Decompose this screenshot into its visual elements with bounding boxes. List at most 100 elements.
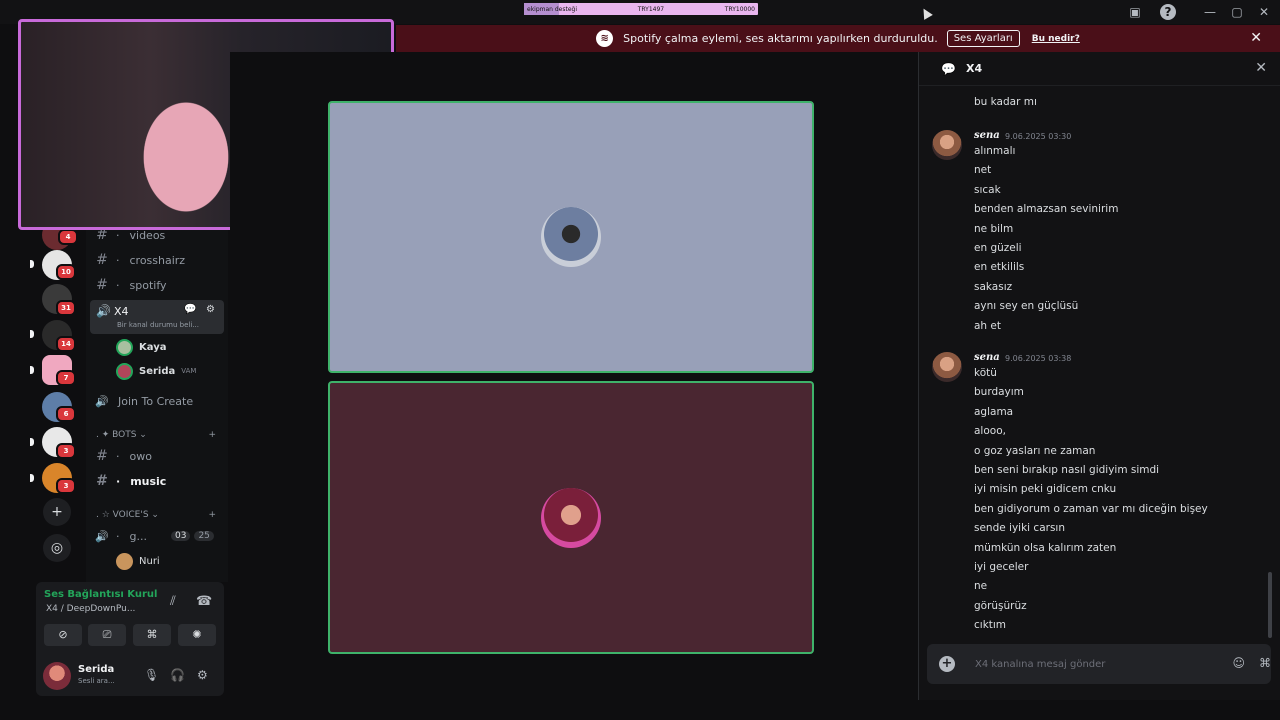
voice-connection-panel: Ses Bağlantısı Kurul X4 / DeepDownPu... … bbox=[36, 582, 224, 656]
connection-status[interactable]: Ses Bağlantısı Kurul bbox=[44, 589, 157, 600]
voice-channel-name: X4 bbox=[114, 305, 129, 318]
channel-dot: · bbox=[116, 278, 120, 292]
speaker-icon: 🔊 bbox=[95, 529, 109, 543]
screen-share-button[interactable]: ⎚ bbox=[88, 624, 126, 646]
category-voices[interactable]: . ☆ VOICE'S ⌄ + bbox=[96, 510, 216, 520]
message-line: iyi misin peki gidicem cnku bbox=[974, 483, 1117, 496]
participant-tile[interactable] bbox=[328, 101, 814, 373]
message-line: iyi geceler bbox=[974, 561, 1029, 573]
chat-close-icon[interactable]: ✕ bbox=[1255, 60, 1267, 76]
participant-tile[interactable] bbox=[328, 381, 814, 654]
category-label: . ✦ BOTS ⌄ bbox=[96, 430, 147, 440]
help-icon[interactable]: ? bbox=[1160, 4, 1176, 20]
mouse-cursor bbox=[919, 6, 933, 20]
channel-spotify[interactable]: # · spotify bbox=[92, 274, 224, 296]
unread-pill bbox=[30, 330, 34, 338]
speaker-icon: 🔊 bbox=[96, 304, 111, 318]
message-line: ben seni bırakıp nasıl gidiyim simdi bbox=[974, 464, 1160, 476]
voice-channel-x4[interactable]: 🔊 X4 💬 ⚙ Bir kanal durumu beli... bbox=[90, 300, 224, 334]
message-line: sende iyiki carsın bbox=[974, 522, 1065, 535]
mention-badge: 3 bbox=[56, 443, 76, 459]
connection-channel[interactable]: X4 / DeepDownPu... bbox=[46, 604, 135, 614]
add-channel-icon[interactable]: + bbox=[208, 430, 216, 440]
voice-channel-g[interactable]: 🔊 · g... 03 25 bbox=[92, 525, 224, 547]
chat-scrollbar[interactable] bbox=[1268, 572, 1272, 638]
message-input[interactable] bbox=[975, 654, 1195, 674]
add-server-icon[interactable]: + bbox=[43, 498, 71, 526]
message-line: benden almazsan sevinirim bbox=[974, 203, 1119, 216]
minimize-icon[interactable]: — bbox=[1202, 4, 1218, 20]
chat-bubble-icon: 💬 bbox=[941, 62, 956, 76]
user-count: 25 bbox=[194, 531, 214, 541]
join-to-create-channel[interactable]: 🔊 Join To Create bbox=[92, 390, 224, 412]
unread-pill bbox=[30, 438, 34, 446]
what-is-this-link[interactable]: Bu nedir? bbox=[1032, 34, 1080, 44]
noise-suppression-icon[interactable]: ⫽ bbox=[170, 594, 176, 609]
channel-name: music bbox=[130, 474, 167, 488]
message-line: ne bilm bbox=[974, 222, 1014, 235]
activities-button[interactable]: ⌘ bbox=[133, 624, 171, 646]
channel-dot: · bbox=[116, 228, 120, 242]
chat-header: 💬 X4 ✕ bbox=[919, 52, 1280, 86]
channel-dot: · bbox=[116, 449, 120, 463]
channel-music[interactable]: # · music bbox=[92, 470, 224, 492]
spotify-icon: ≋ bbox=[596, 30, 614, 47]
disconnect-icon[interactable]: ☎ bbox=[196, 594, 212, 609]
inbox-icon[interactable]: ▣ bbox=[1127, 4, 1143, 20]
mention-badge: 31 bbox=[56, 300, 76, 316]
avatar bbox=[932, 130, 962, 160]
message-line: sıcak bbox=[974, 183, 1001, 196]
message-line: burdayım bbox=[974, 386, 1024, 399]
window-close-icon[interactable]: ✕ bbox=[1256, 4, 1272, 20]
add-channel-icon[interactable]: + bbox=[208, 510, 216, 520]
mention-badge: 6 bbox=[56, 406, 76, 422]
avatar[interactable] bbox=[43, 662, 71, 690]
voice-user-serida[interactable]: Serida VAM bbox=[116, 360, 196, 382]
message-author: sena bbox=[974, 130, 1000, 141]
maximize-icon[interactable]: ▢ bbox=[1229, 4, 1245, 20]
unread-pill bbox=[30, 260, 34, 268]
headset-icon[interactable]: 🎧 bbox=[170, 668, 185, 682]
message-line: kötü bbox=[974, 367, 997, 379]
channel-list: # · videos # · crosshairz # · spotify 🔊 … bbox=[86, 220, 228, 582]
message-line: aynı sey en güçlüsü bbox=[974, 300, 1079, 313]
voice-channel-action-icons[interactable]: 💬 ⚙ bbox=[184, 304, 218, 315]
channel-crosshairz[interactable]: # · crosshairz bbox=[92, 249, 224, 271]
message-timestamp: 9.06.2025 03:30 bbox=[1005, 132, 1072, 141]
voice-channel-status: Bir kanal durumu beli... bbox=[117, 321, 199, 329]
message-line: görüşürüz bbox=[974, 599, 1027, 612]
notice-close-icon[interactable]: ✕ bbox=[1250, 30, 1262, 46]
game-icon[interactable]: ⌘ bbox=[1259, 656, 1271, 670]
hash-icon: # bbox=[96, 277, 108, 293]
discover-icon[interactable]: ◎ bbox=[43, 534, 71, 562]
category-bots[interactable]: . ✦ BOTS ⌄ + bbox=[96, 430, 216, 440]
channel-dot: · bbox=[116, 253, 120, 267]
channel-dot: · bbox=[116, 474, 121, 488]
user-name[interactable]: Serida bbox=[78, 664, 114, 675]
unread-pill bbox=[30, 474, 34, 482]
channel-name: g... bbox=[129, 529, 147, 543]
donation-label: ekipman desteği bbox=[527, 5, 578, 13]
voice-user-nuri[interactable]: Nuri bbox=[116, 550, 160, 572]
sound-settings-button[interactable]: Ses Ayarları bbox=[946, 30, 1020, 47]
soundboard-button[interactable]: ✺ bbox=[178, 624, 216, 646]
unread-pill bbox=[30, 366, 34, 374]
mention-badge: 14 bbox=[56, 336, 76, 352]
message-line: alooo, bbox=[974, 425, 1006, 438]
microphone-icon[interactable]: 🎙 bbox=[144, 668, 159, 682]
donation-goal-bar: ekipman desteği TRY1497 TRY10000 bbox=[524, 3, 758, 15]
channel-dot: · bbox=[116, 529, 120, 543]
message-line: mümkün olsa kalırım zaten bbox=[974, 541, 1117, 554]
settings-icon[interactable]: ⚙ bbox=[197, 668, 208, 682]
channel-name: Join To Create bbox=[118, 394, 194, 408]
channel-owo[interactable]: # · owo bbox=[92, 445, 224, 467]
avatar bbox=[932, 352, 962, 382]
camera-button[interactable]: ⊘ bbox=[44, 624, 82, 646]
mention-badge: 4 bbox=[58, 229, 78, 245]
voice-user-kaya[interactable]: Kaya bbox=[116, 336, 166, 358]
attach-plus-icon[interactable]: + bbox=[939, 656, 955, 672]
channel-name: videos bbox=[129, 228, 166, 242]
message-line: en etkilils bbox=[974, 261, 1025, 274]
voice-user-activity: VAM bbox=[181, 367, 197, 375]
emoji-icon[interactable]: ☺ bbox=[1232, 656, 1245, 670]
